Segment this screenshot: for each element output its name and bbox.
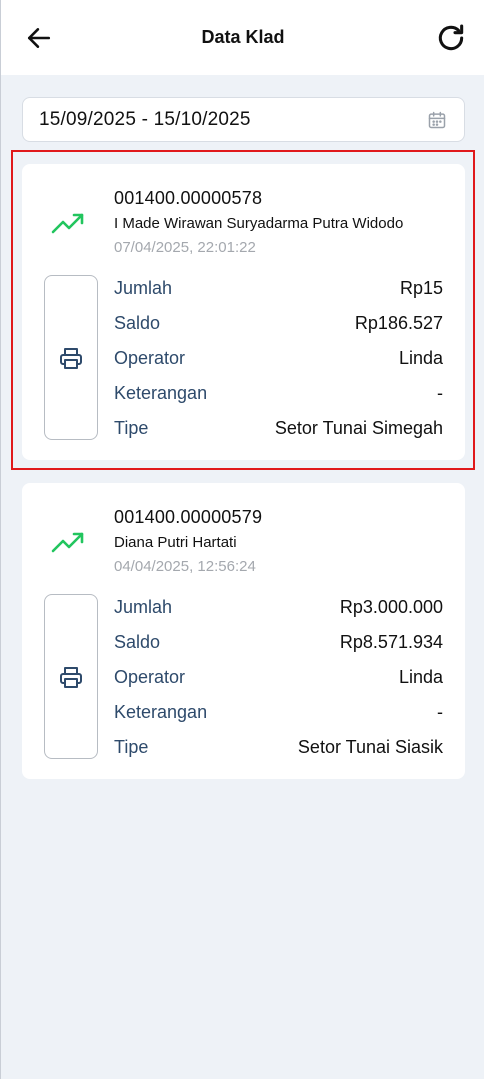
- row-keterangan: Keterangan -: [114, 700, 443, 724]
- printer-icon: [60, 666, 82, 688]
- label-keterangan: Keterangan: [114, 382, 208, 403]
- customer-name: Diana Putri Hartati: [114, 534, 237, 551]
- label-tipe: Tipe: [114, 736, 149, 757]
- refresh-button[interactable]: [431, 18, 471, 58]
- row-operator: Operator Linda: [114, 665, 443, 689]
- label-saldo: Saldo: [114, 631, 161, 652]
- trending-up-icon: [51, 532, 84, 553]
- row-keterangan: Keterangan -: [114, 381, 443, 405]
- value-keterangan: -: [437, 382, 443, 403]
- value-keterangan: -: [437, 701, 443, 722]
- transaction-timestamp: 07/04/2025, 22:01:22: [114, 239, 256, 256]
- row-saldo: Saldo Rp186.527: [114, 311, 443, 335]
- row-jumlah: Jumlah Rp15: [114, 276, 443, 300]
- row-tipe: Tipe Setor Tunai Siasik: [114, 735, 443, 759]
- value-jumlah: Rp15: [399, 277, 443, 298]
- transaction-card[interactable]: 001400.00000578 I Made Wirawan Suryadarm…: [22, 164, 465, 460]
- value-jumlah: Rp3.000.000: [339, 596, 443, 617]
- page-title: Data Klad: [201, 27, 285, 47]
- row-jumlah: Jumlah Rp3.000.000: [114, 595, 443, 619]
- label-jumlah: Jumlah: [114, 277, 173, 298]
- value-operator: Linda: [398, 666, 443, 687]
- row-saldo: Saldo Rp8.571.934: [114, 630, 443, 654]
- value-saldo: Rp8.571.934: [339, 631, 443, 652]
- label-keterangan: Keterangan: [114, 701, 208, 722]
- row-operator: Operator Linda: [114, 346, 443, 370]
- app-header: Data Klad: [1, 0, 484, 75]
- customer-name: I Made Wirawan Suryadarma Putra Widodo: [114, 215, 404, 232]
- value-operator: Linda: [398, 347, 443, 368]
- print-button[interactable]: [44, 594, 98, 759]
- account-number: 001400.00000579: [114, 507, 263, 527]
- row-tipe: Tipe Setor Tunai Simegah: [114, 416, 443, 440]
- value-tipe: Setor Tunai Siasik: [297, 736, 443, 757]
- print-button[interactable]: [44, 275, 98, 440]
- transaction-card[interactable]: 001400.00000579 Diana Putri Hartati 04/0…: [22, 483, 465, 779]
- value-tipe: Setor Tunai Simegah: [274, 417, 443, 438]
- label-operator: Operator: [114, 347, 186, 368]
- label-operator: Operator: [114, 666, 186, 687]
- refresh-icon: [438, 24, 464, 51]
- label-tipe: Tipe: [114, 417, 149, 438]
- arrow-left-icon: [27, 28, 51, 48]
- printer-icon: [60, 347, 82, 369]
- value-saldo: Rp186.527: [354, 312, 443, 333]
- date-range-field[interactable]: 15/09/2025 - 15/10/2025: [22, 97, 465, 142]
- account-number: 001400.00000578: [114, 188, 263, 208]
- back-button[interactable]: [21, 20, 57, 56]
- calendar-icon[interactable]: [426, 109, 448, 131]
- date-range-value: 15/09/2025 - 15/10/2025: [39, 108, 251, 130]
- label-saldo: Saldo: [114, 312, 161, 333]
- label-jumlah: Jumlah: [114, 596, 173, 617]
- trending-up-icon: [51, 213, 84, 234]
- transaction-timestamp: 04/04/2025, 12:56:24: [114, 558, 256, 575]
